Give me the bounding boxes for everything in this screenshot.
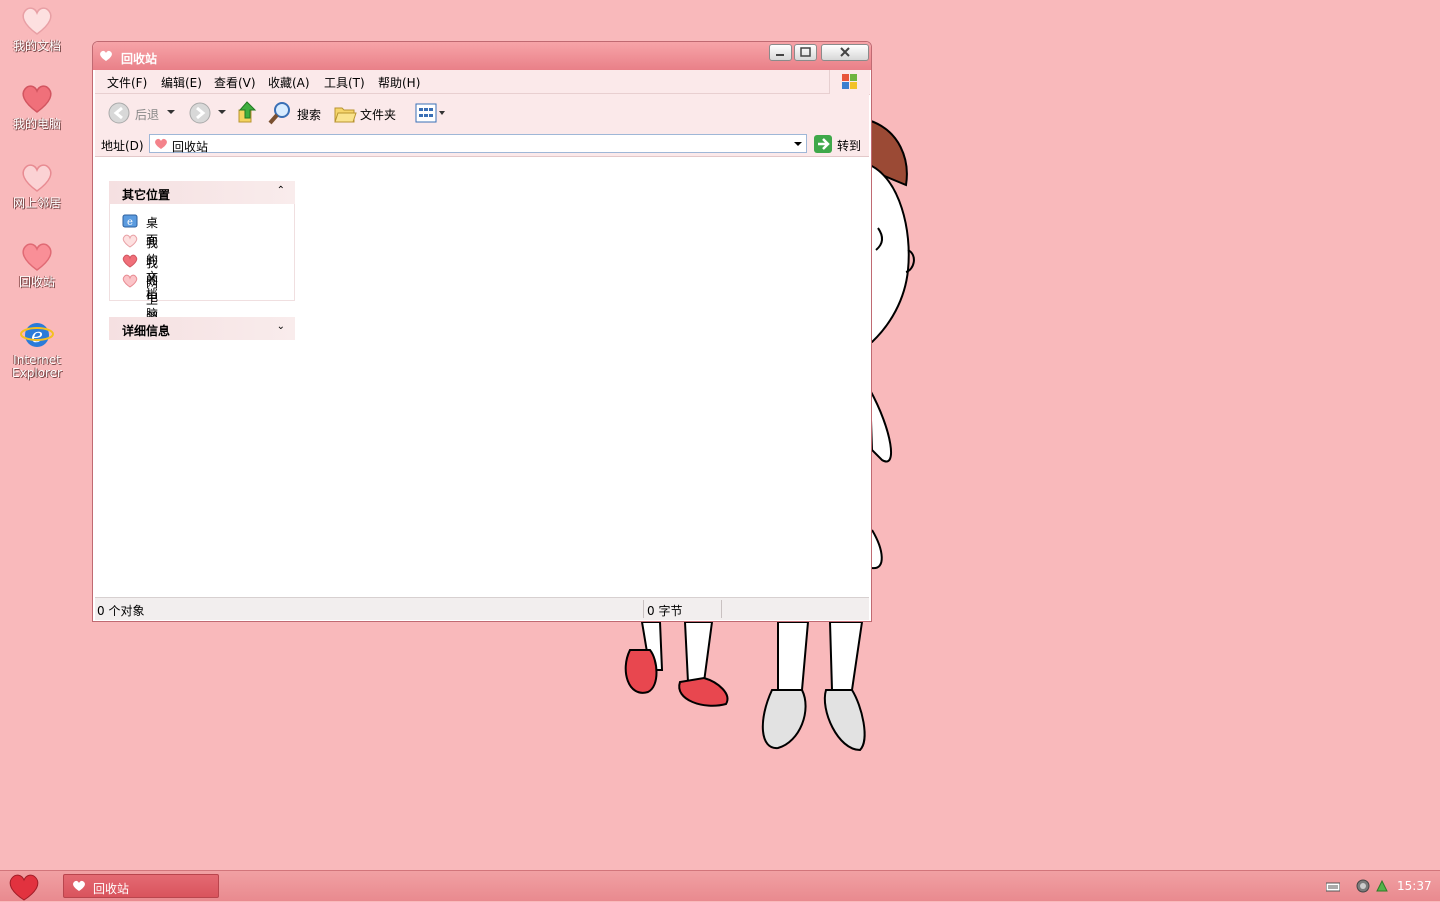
heart-icon xyxy=(155,138,167,149)
menu-edit[interactable]: 编辑(E) xyxy=(161,74,202,91)
desktop-icon-internet-explorer[interactable]: e Internet Explorer xyxy=(6,318,68,380)
heart-icon xyxy=(22,7,52,35)
content-area: 其它位置 ⌃ e 桌面 我的文档 我的电脑 网上邻居 xyxy=(95,157,869,595)
taskbar-clock[interactable]: 15:37 xyxy=(1397,879,1432,893)
menu-tools[interactable]: 工具(T) xyxy=(324,74,365,91)
heart-icon xyxy=(22,164,52,192)
network-icon[interactable] xyxy=(1375,879,1389,893)
status-divider xyxy=(721,600,722,618)
heart-icon xyxy=(22,85,52,113)
close-icon xyxy=(840,47,850,57)
taskbar: 回收站 15:37 xyxy=(0,870,1440,901)
other-places-title: 其它位置 xyxy=(122,188,171,202)
window-title: 回收站 xyxy=(121,52,158,66)
chevron-up-icon[interactable]: ⌃ xyxy=(277,185,285,196)
address-bar: 地址(D) 回收站 转到 xyxy=(95,132,869,157)
other-places-header[interactable]: 其它位置 ⌃ xyxy=(109,181,295,204)
minimize-icon xyxy=(776,54,784,56)
heart-icon xyxy=(122,234,138,248)
toolbar: 后退 搜索 文件夹 xyxy=(95,94,869,133)
svg-text:e: e xyxy=(127,217,133,228)
back-arrow-icon[interactable] xyxy=(107,101,131,125)
menu-bar: 文件(F) 编辑(E) 查看(V) 收藏(A) 工具(T) 帮助(H) xyxy=(95,70,829,94)
desktop-icon-recycle-bin[interactable]: 回收站 xyxy=(6,240,68,289)
desktop-icon-label: 网上邻居 xyxy=(12,196,61,210)
address-input[interactable]: 回收站 xyxy=(149,134,807,154)
chevron-double-down-icon[interactable]: ⌄ xyxy=(277,321,285,332)
keyboard-icon[interactable] xyxy=(1326,879,1340,893)
minimize-button[interactable] xyxy=(769,44,792,61)
maximize-button[interactable] xyxy=(794,44,817,61)
taskbar-button-label: 回收站 xyxy=(93,882,130,896)
recycle-bin-window: 回收站 文件(F) 编辑(E) 查看(V) 收藏(A) 工具(T) 帮助(H) … xyxy=(92,41,872,622)
folders-button-label[interactable]: 文件夹 xyxy=(360,106,396,123)
menu-help[interactable]: 帮助(H) xyxy=(378,74,420,91)
internet-explorer-icon: e xyxy=(20,323,54,347)
start-button-heart-icon[interactable] xyxy=(6,872,42,902)
chevron-down-icon[interactable] xyxy=(218,108,226,116)
heart-icon xyxy=(122,254,138,268)
taskbar-button-recycle-bin[interactable]: 回收站 xyxy=(63,874,219,898)
go-arrow-icon xyxy=(814,135,832,153)
address-value: 回收站 xyxy=(172,140,209,154)
windows-logo xyxy=(829,70,870,95)
desktop-icon-label: 我的电脑 xyxy=(12,117,61,131)
security-shield-icon[interactable] xyxy=(1356,879,1370,893)
close-button[interactable] xyxy=(821,44,869,61)
heart-icon xyxy=(100,50,112,61)
desktop-icon-label: 我的文档 xyxy=(12,39,61,53)
address-label: 地址(D) xyxy=(101,139,144,153)
svg-text:e: e xyxy=(31,323,43,347)
status-divider xyxy=(643,600,644,618)
heart-icon xyxy=(122,274,138,288)
desktop-icon-my-documents[interactable]: 我的文档 xyxy=(6,4,68,53)
search-icon[interactable] xyxy=(267,100,293,126)
go-button[interactable]: 转到 xyxy=(813,134,865,154)
menu-file[interactable]: 文件(F) xyxy=(107,74,147,91)
desktop-icon: e xyxy=(122,214,138,228)
go-button-label: 转到 xyxy=(837,139,862,153)
chevron-down-icon[interactable] xyxy=(794,140,803,148)
details-header[interactable]: 详细信息 ⌄ xyxy=(109,317,295,340)
heart-icon xyxy=(22,243,52,271)
desktop-icon-label: Internet Explorer xyxy=(12,353,62,380)
desktop-icon-my-computer[interactable]: 我的电脑 xyxy=(6,82,68,131)
views-icon[interactable] xyxy=(415,102,449,124)
details-panel: 详细信息 ⌄ xyxy=(109,317,295,340)
windows-flag-icon xyxy=(842,74,857,89)
up-folder-icon[interactable] xyxy=(235,100,259,126)
desktop-icon-network[interactable]: 网上邻居 xyxy=(6,161,68,210)
forward-arrow-icon[interactable] xyxy=(188,101,212,125)
maximize-icon xyxy=(800,47,811,57)
back-button-label[interactable]: 后退 xyxy=(135,106,159,123)
other-places-body: e 桌面 我的文档 我的电脑 网上邻居 xyxy=(109,204,295,341)
details-title: 详细信息 xyxy=(122,324,171,338)
heart-icon xyxy=(73,880,85,891)
search-button-label[interactable]: 搜索 xyxy=(297,106,321,123)
status-size: 0 字节 xyxy=(647,604,683,618)
chevron-down-icon[interactable] xyxy=(167,108,175,116)
status-object-count: 0 个对象 xyxy=(97,604,145,618)
menu-favorites[interactable]: 收藏(A) xyxy=(268,74,310,91)
folders-icon[interactable] xyxy=(333,101,357,125)
status-bar: 0 个对象 0 字节 xyxy=(95,597,869,620)
desktop-icon-label: 回收站 xyxy=(18,275,55,289)
title-bar[interactable]: 回收站 xyxy=(93,42,871,70)
menu-view[interactable]: 查看(V) xyxy=(214,74,256,91)
other-places-panel: 其它位置 ⌃ e 桌面 我的文档 我的电脑 网上邻居 xyxy=(109,181,295,341)
